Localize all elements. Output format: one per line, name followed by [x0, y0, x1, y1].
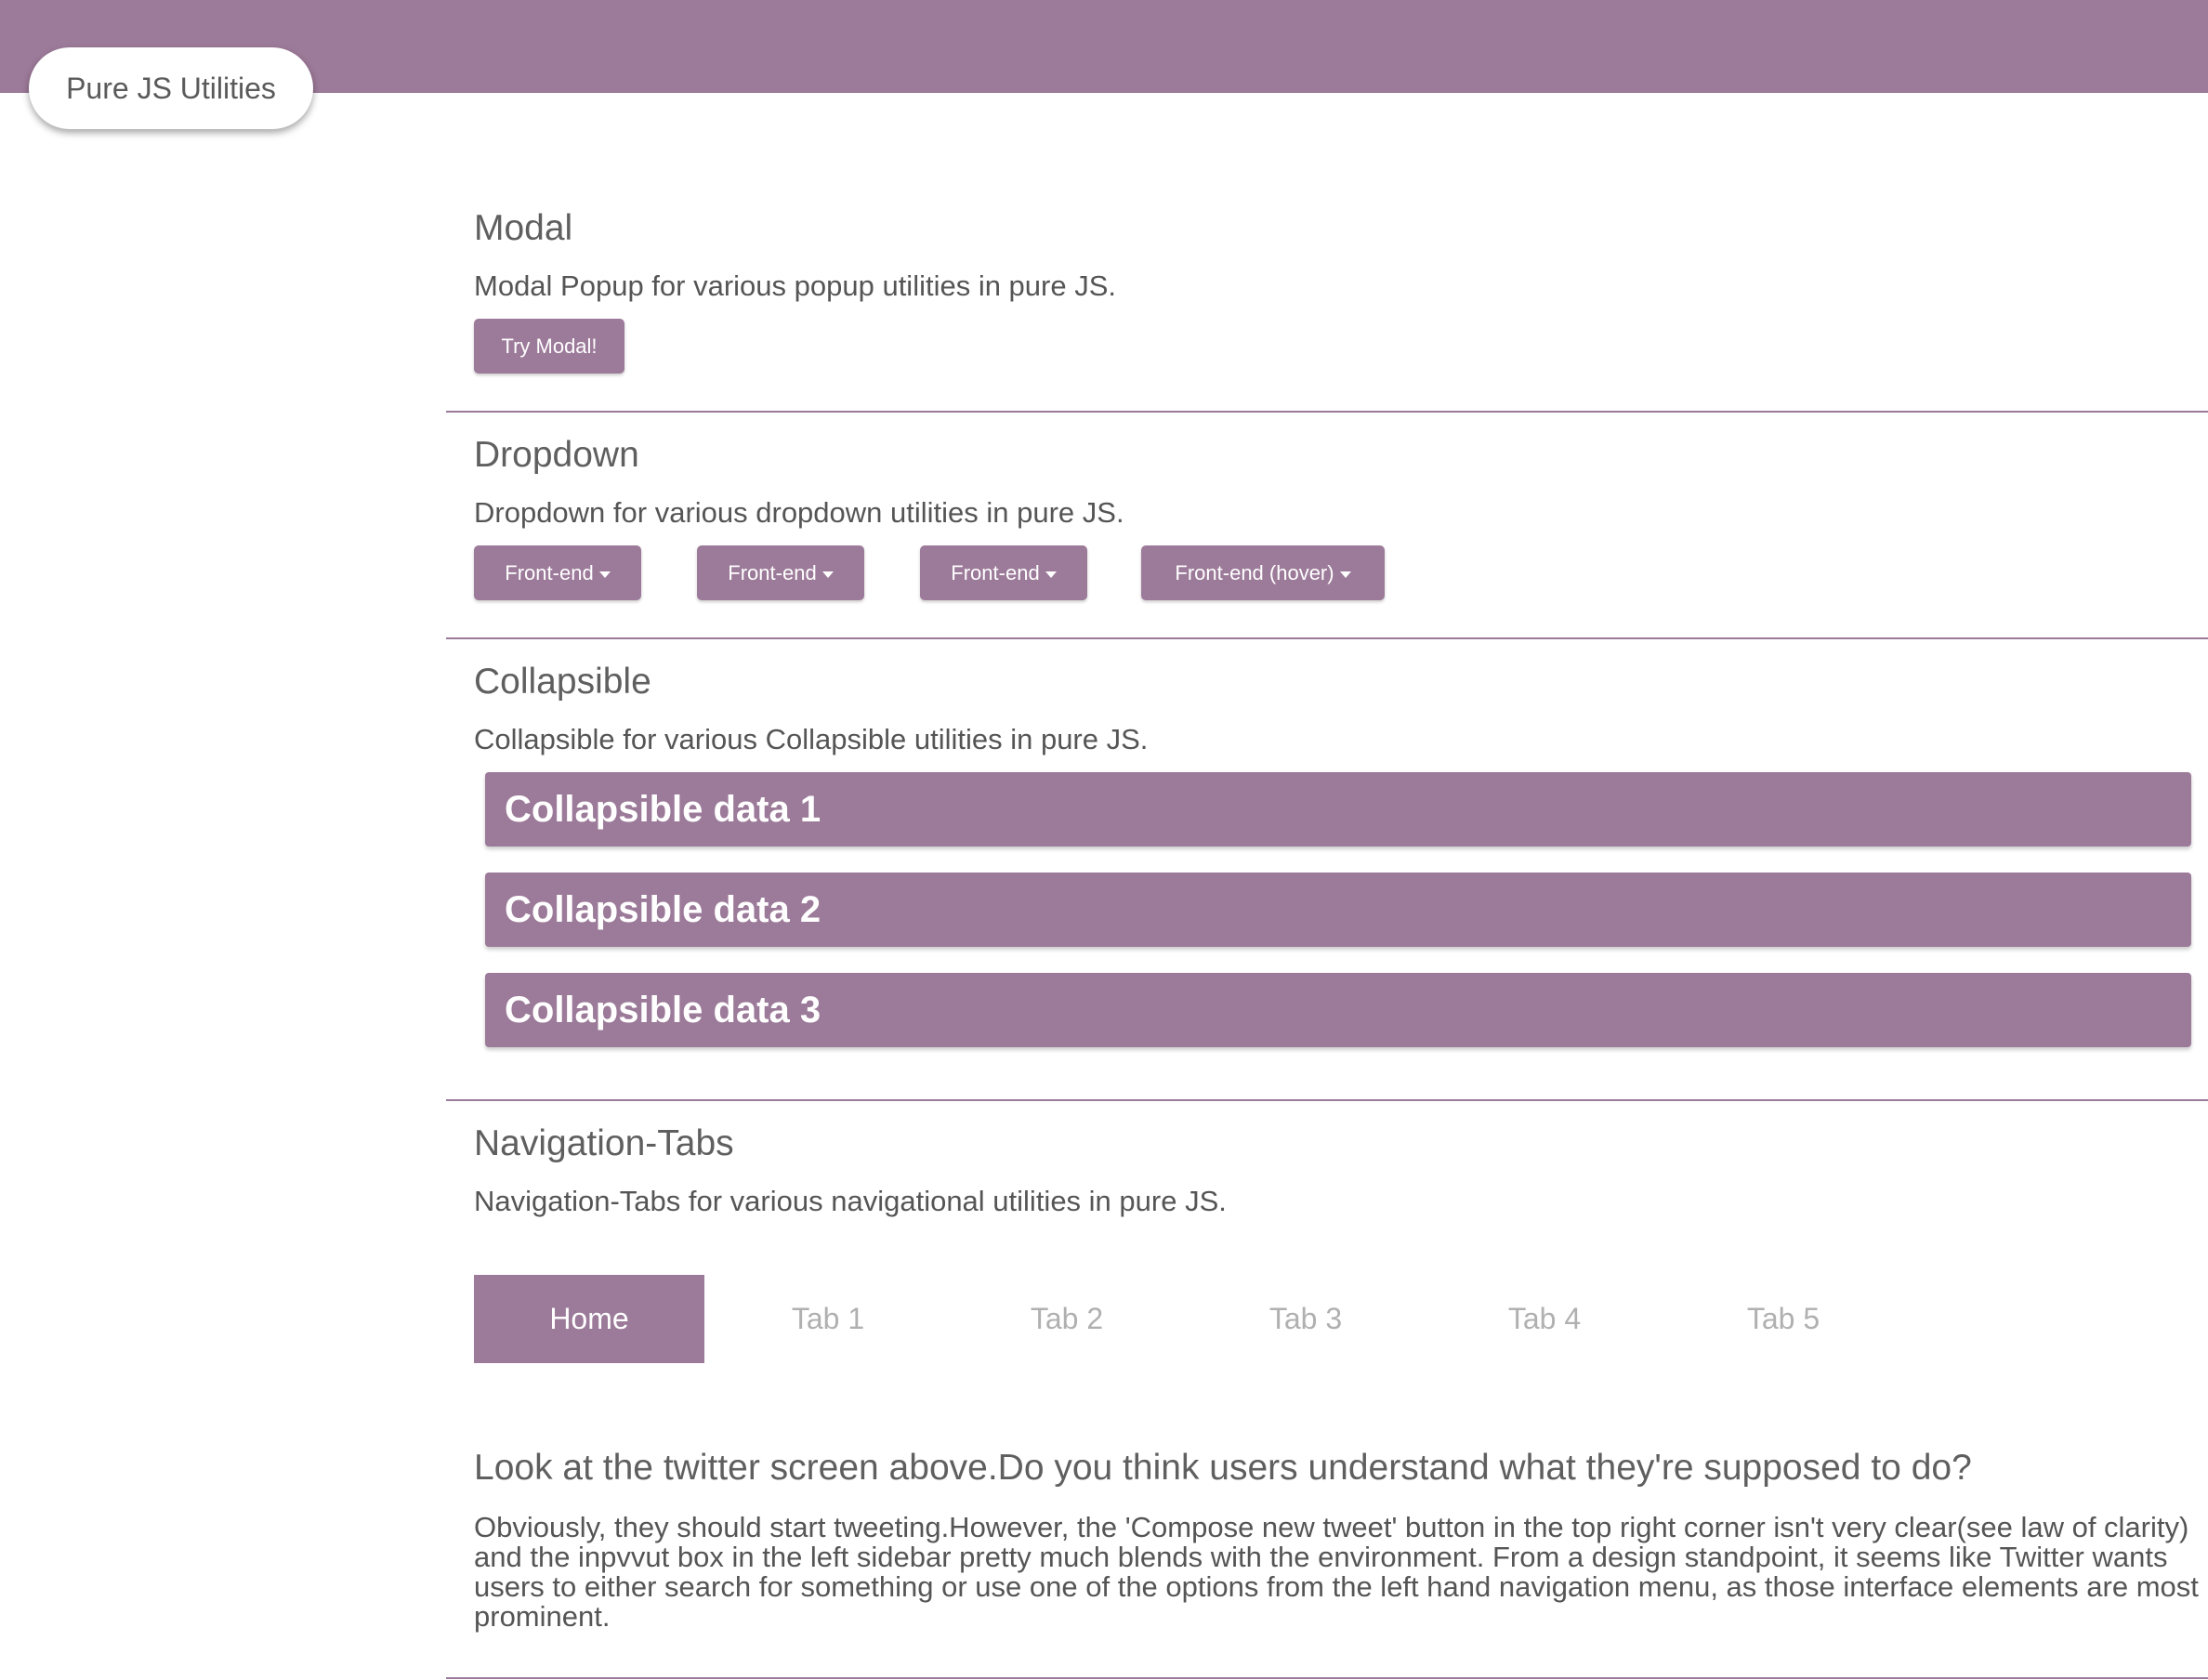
collapsible-item-1[interactable]: Collapsible data 1 — [485, 772, 2191, 847]
collapsible-item-label: Collapsible data 2 — [505, 888, 821, 930]
try-modal-button[interactable]: Try Modal! — [474, 319, 624, 374]
collapsible-item-label: Collapsible data 3 — [505, 989, 821, 1030]
tab-2[interactable]: Tab 2 — [952, 1275, 1182, 1363]
tab-label: Tab 5 — [1746, 1302, 1820, 1335]
collapsible-item-2[interactable]: Collapsible data 2 — [485, 873, 2191, 947]
tab-home[interactable]: Home — [474, 1275, 704, 1363]
tab-label: Tab 2 — [1030, 1302, 1104, 1335]
dropdown-button-1[interactable]: Front-end — [474, 545, 641, 600]
modal-section-description: Modal Popup for various popup utilities … — [474, 269, 1117, 302]
try-modal-button-label: Try Modal! — [501, 334, 598, 358]
collapsible-section-description: Collapsible for various Collapsible util… — [474, 723, 1149, 755]
collapsible-section-title: Collapsible — [474, 662, 651, 702]
brand-label: Pure JS Utilities — [66, 71, 276, 105]
section-divider — [446, 411, 2208, 413]
tab-label: Tab 3 — [1268, 1302, 1343, 1335]
tab-5[interactable]: Tab 5 — [1668, 1275, 1899, 1363]
dropdown-button-2[interactable]: Front-end — [697, 545, 864, 600]
dropdown-button-label: Front-end (hover) — [1175, 560, 1334, 584]
dropdown-button-3[interactable]: Front-end — [920, 545, 1087, 600]
collapsible-item-label: Collapsible data 1 — [505, 788, 821, 830]
tab-3[interactable]: Tab 3 — [1190, 1275, 1421, 1363]
tab-panel-body: Obviously, they should start tweeting.Ho… — [474, 1511, 2199, 1633]
caret-down-icon — [1339, 571, 1351, 578]
tab-panel-heading: Look at the twitter screen above.Do you … — [474, 1448, 1972, 1488]
tab-label: Tab 1 — [791, 1302, 865, 1335]
dropdown-button-label: Front-end — [505, 560, 594, 584]
modal-section-title: Modal — [474, 208, 573, 248]
nav-tabs-section-description: Navigation-Tabs for various navigational… — [474, 1185, 1227, 1217]
top-header-bar — [0, 0, 2208, 93]
section-divider — [446, 1677, 2208, 1679]
section-divider — [446, 1099, 2208, 1101]
tab-label: Home — [549, 1302, 629, 1335]
caret-down-icon — [821, 571, 834, 578]
caret-down-icon — [598, 571, 611, 578]
dropdown-button-label: Front-end — [951, 560, 1040, 584]
caret-down-icon — [1045, 571, 1057, 578]
dropdown-section-description: Dropdown for various dropdown utilities … — [474, 496, 1124, 529]
dropdown-hover-button[interactable]: Front-end (hover) — [1141, 545, 1385, 600]
nav-tabs-section-title: Navigation-Tabs — [474, 1123, 734, 1163]
collapsible-item-3[interactable]: Collapsible data 3 — [485, 973, 2191, 1047]
dropdown-section-title: Dropdown — [474, 435, 639, 475]
dropdown-button-label: Front-end — [728, 560, 817, 584]
section-divider — [446, 637, 2208, 639]
tab-4[interactable]: Tab 4 — [1429, 1275, 1660, 1363]
tab-label: Tab 4 — [1507, 1302, 1582, 1335]
brand-pill[interactable]: Pure JS Utilities — [29, 47, 313, 129]
tab-1[interactable]: Tab 1 — [713, 1275, 943, 1363]
